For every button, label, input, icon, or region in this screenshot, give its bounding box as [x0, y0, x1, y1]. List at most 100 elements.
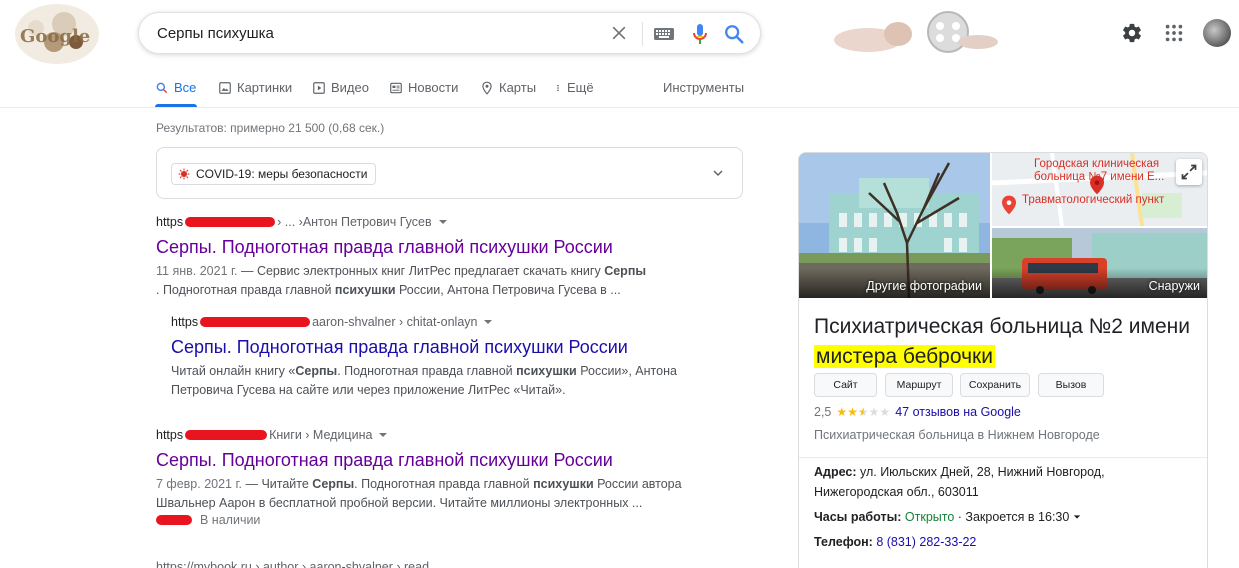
covid-info-box[interactable]: COVID-19: меры безопасности [156, 147, 743, 199]
tab-all[interactable]: Все [155, 80, 196, 95]
directions-button[interactable]: Маршрут [885, 373, 953, 397]
snippet-bold: психушки [516, 364, 577, 378]
tab-label: Видео [331, 80, 369, 95]
map-pin-icon [1002, 195, 1016, 215]
rating-value: 2,5 [814, 405, 832, 419]
tab-news[interactable]: Новости [389, 80, 458, 95]
snippet-text: . Подноготная правда главной [156, 283, 335, 297]
result-snippet: 11 янв. 2021 г. — Сервис электронных кни… [156, 262, 696, 300]
more-photos-label: Другие фотографии [866, 279, 982, 293]
caret-down-icon[interactable] [378, 430, 388, 440]
video-icon [313, 81, 325, 94]
result-url[interactable]: https › ... › Антон Петрович Гусев [156, 215, 696, 229]
image-icon [219, 81, 231, 94]
tab-video[interactable]: Видео [312, 80, 369, 95]
search-result: https › ... › Антон Петрович Гусев Серпы… [156, 215, 696, 300]
website-button[interactable]: Сайт [814, 373, 877, 397]
searchbox-divider [642, 22, 643, 46]
snippet-text: — Сервис электронных книг ЛитРес предлаг… [237, 264, 605, 278]
url-prefix: https [156, 428, 184, 442]
google-doodle-logo[interactable]: Google [14, 2, 100, 66]
result-date: 11 янв. 2021 г. [156, 264, 238, 278]
search-result-partial: https://mybook.ru › author › aaron-shval… [156, 560, 429, 568]
phone-link[interactable]: 8 (831) 282-33-22 [876, 535, 976, 549]
url-mid: › ... › [277, 215, 303, 229]
map-thumbnail[interactable]: Городская клиническая больница №7 имени … [992, 153, 1207, 226]
result-snippet: Читай онлайн книгу «Серпы. Подноготная п… [171, 362, 691, 400]
phone-row: Телефон: 8 (831) 282-33-22 [814, 532, 1144, 552]
map-label-trauma: Травматологический пункт [1022, 194, 1165, 206]
virus-icon [178, 168, 190, 180]
tab-label: Картинки [237, 80, 293, 95]
account-avatar[interactable] [1203, 19, 1231, 47]
phone-label: Телефон: [814, 535, 873, 549]
expand-icon [1181, 164, 1197, 180]
place-title-text: Психиатрическая больница №2 имени [814, 315, 1190, 338]
hours-row: Часы работы: Открыто · Закроется в 16:30 [814, 507, 1144, 527]
url-breadcrumb: aaron-shvalner › chitat-onlayn [312, 315, 478, 329]
search-result-indented: https aaron-shvalner › chitat-onlayn Сер… [171, 315, 691, 400]
hours-label: Часы работы: [814, 510, 902, 524]
url-prefix: https [156, 215, 184, 229]
reviews-link[interactable]: 47 отзывов на Google [895, 405, 1021, 419]
caret-down-icon[interactable] [483, 317, 493, 327]
tab-tools[interactable]: Инструменты [663, 80, 744, 95]
snippet-bold: Серпы [312, 477, 355, 491]
address-row: Адрес: ул. Июльских Дней, 28, Нижний Нов… [814, 462, 1144, 502]
redaction-mark [185, 430, 268, 440]
keyboard-icon[interactable] [653, 25, 675, 43]
doodle-banner [834, 11, 998, 53]
outside-photo[interactable]: Снаружи [992, 228, 1207, 298]
url-breadcrumb: Антон Петрович Гусев [302, 215, 432, 229]
tab-maps[interactable]: Карты [480, 80, 536, 95]
address-value[interactable]: ул. Июльских Дней, 28, Нижний Новгород, … [814, 465, 1105, 499]
result-title-link[interactable]: Серпы. Подноготная правда главной психуш… [156, 450, 696, 471]
tab-label: Все [174, 80, 197, 95]
apps-grid-icon[interactable] [1163, 22, 1185, 44]
result-url[interactable]: https://mybook.ru › author › aaron-shval… [156, 560, 429, 568]
result-url[interactable]: https Книги › Медицина [156, 428, 696, 442]
rating-stars: ★★★★★ [836, 405, 891, 419]
hospital-photo[interactable]: Другие фотографии [799, 153, 990, 298]
result-snippet: 7 февр. 2021 г. — Читайте Серпы. Подного… [156, 475, 696, 513]
result-stats: Результатов: примерно 21 500 (0,68 сек.) [156, 121, 385, 135]
snippet-text: . Подноготная правда главной [354, 477, 534, 491]
caret-down-icon[interactable] [1073, 513, 1081, 521]
covid-label: COVID-19: меры безопасности [196, 167, 368, 181]
snippet-bold: Серпы [295, 364, 338, 378]
chevron-down-icon[interactable] [710, 165, 726, 181]
search-input[interactable]: Серпы психушка [157, 25, 274, 42]
map-pin-icon [482, 81, 492, 95]
clear-icon[interactable] [609, 23, 629, 43]
tab-label: Карты [499, 80, 537, 95]
panel-divider [799, 457, 1207, 458]
snippet-bold: психушки [334, 283, 396, 297]
covid-chip[interactable]: COVID-19: меры безопасности [171, 163, 377, 185]
search-icon[interactable] [723, 23, 745, 45]
rating-row: 2,5 ★★★★★ 47 отзывов на Google [814, 405, 1021, 419]
caret-down-icon[interactable] [438, 217, 448, 227]
microphone-icon[interactable] [689, 22, 711, 46]
call-button[interactable]: Вызов [1038, 373, 1104, 397]
search-box[interactable]: Серпы психушка [138, 12, 761, 54]
expand-map-button[interactable] [1176, 159, 1202, 185]
availability: В наличии [156, 513, 696, 527]
snippet-bold: Серпы [604, 264, 647, 278]
tab-images[interactable]: Картинки [218, 80, 292, 95]
tab-more[interactable]: Ещё [554, 80, 594, 95]
tab-label: Новости [408, 80, 459, 95]
place-title-highlight: мистера беброчки [814, 345, 995, 368]
map-pin-icon [1090, 175, 1104, 195]
url-breadcrumb: https://mybook.ru › author › aaron-shval… [156, 560, 430, 568]
result-title-link[interactable]: Серпы. Подноготная правда главной психуш… [156, 237, 696, 258]
result-url[interactable]: https aaron-shvalner › chitat-onlayn [171, 315, 691, 329]
hours-close[interactable]: · Закроется в 16:30 [958, 510, 1070, 524]
tab-label: Ещё [567, 80, 594, 95]
search-result: https Книги › Медицина Серпы. Подноготна… [156, 428, 696, 527]
result-title-link[interactable]: Серпы. Подноготная правда главной психуш… [171, 337, 691, 358]
news-icon [390, 82, 402, 93]
address-label: Адрес: [814, 465, 857, 479]
save-button[interactable]: Сохранить [960, 373, 1030, 397]
settings-gear-icon[interactable] [1121, 22, 1143, 44]
tools-label: Инструменты [663, 80, 745, 95]
